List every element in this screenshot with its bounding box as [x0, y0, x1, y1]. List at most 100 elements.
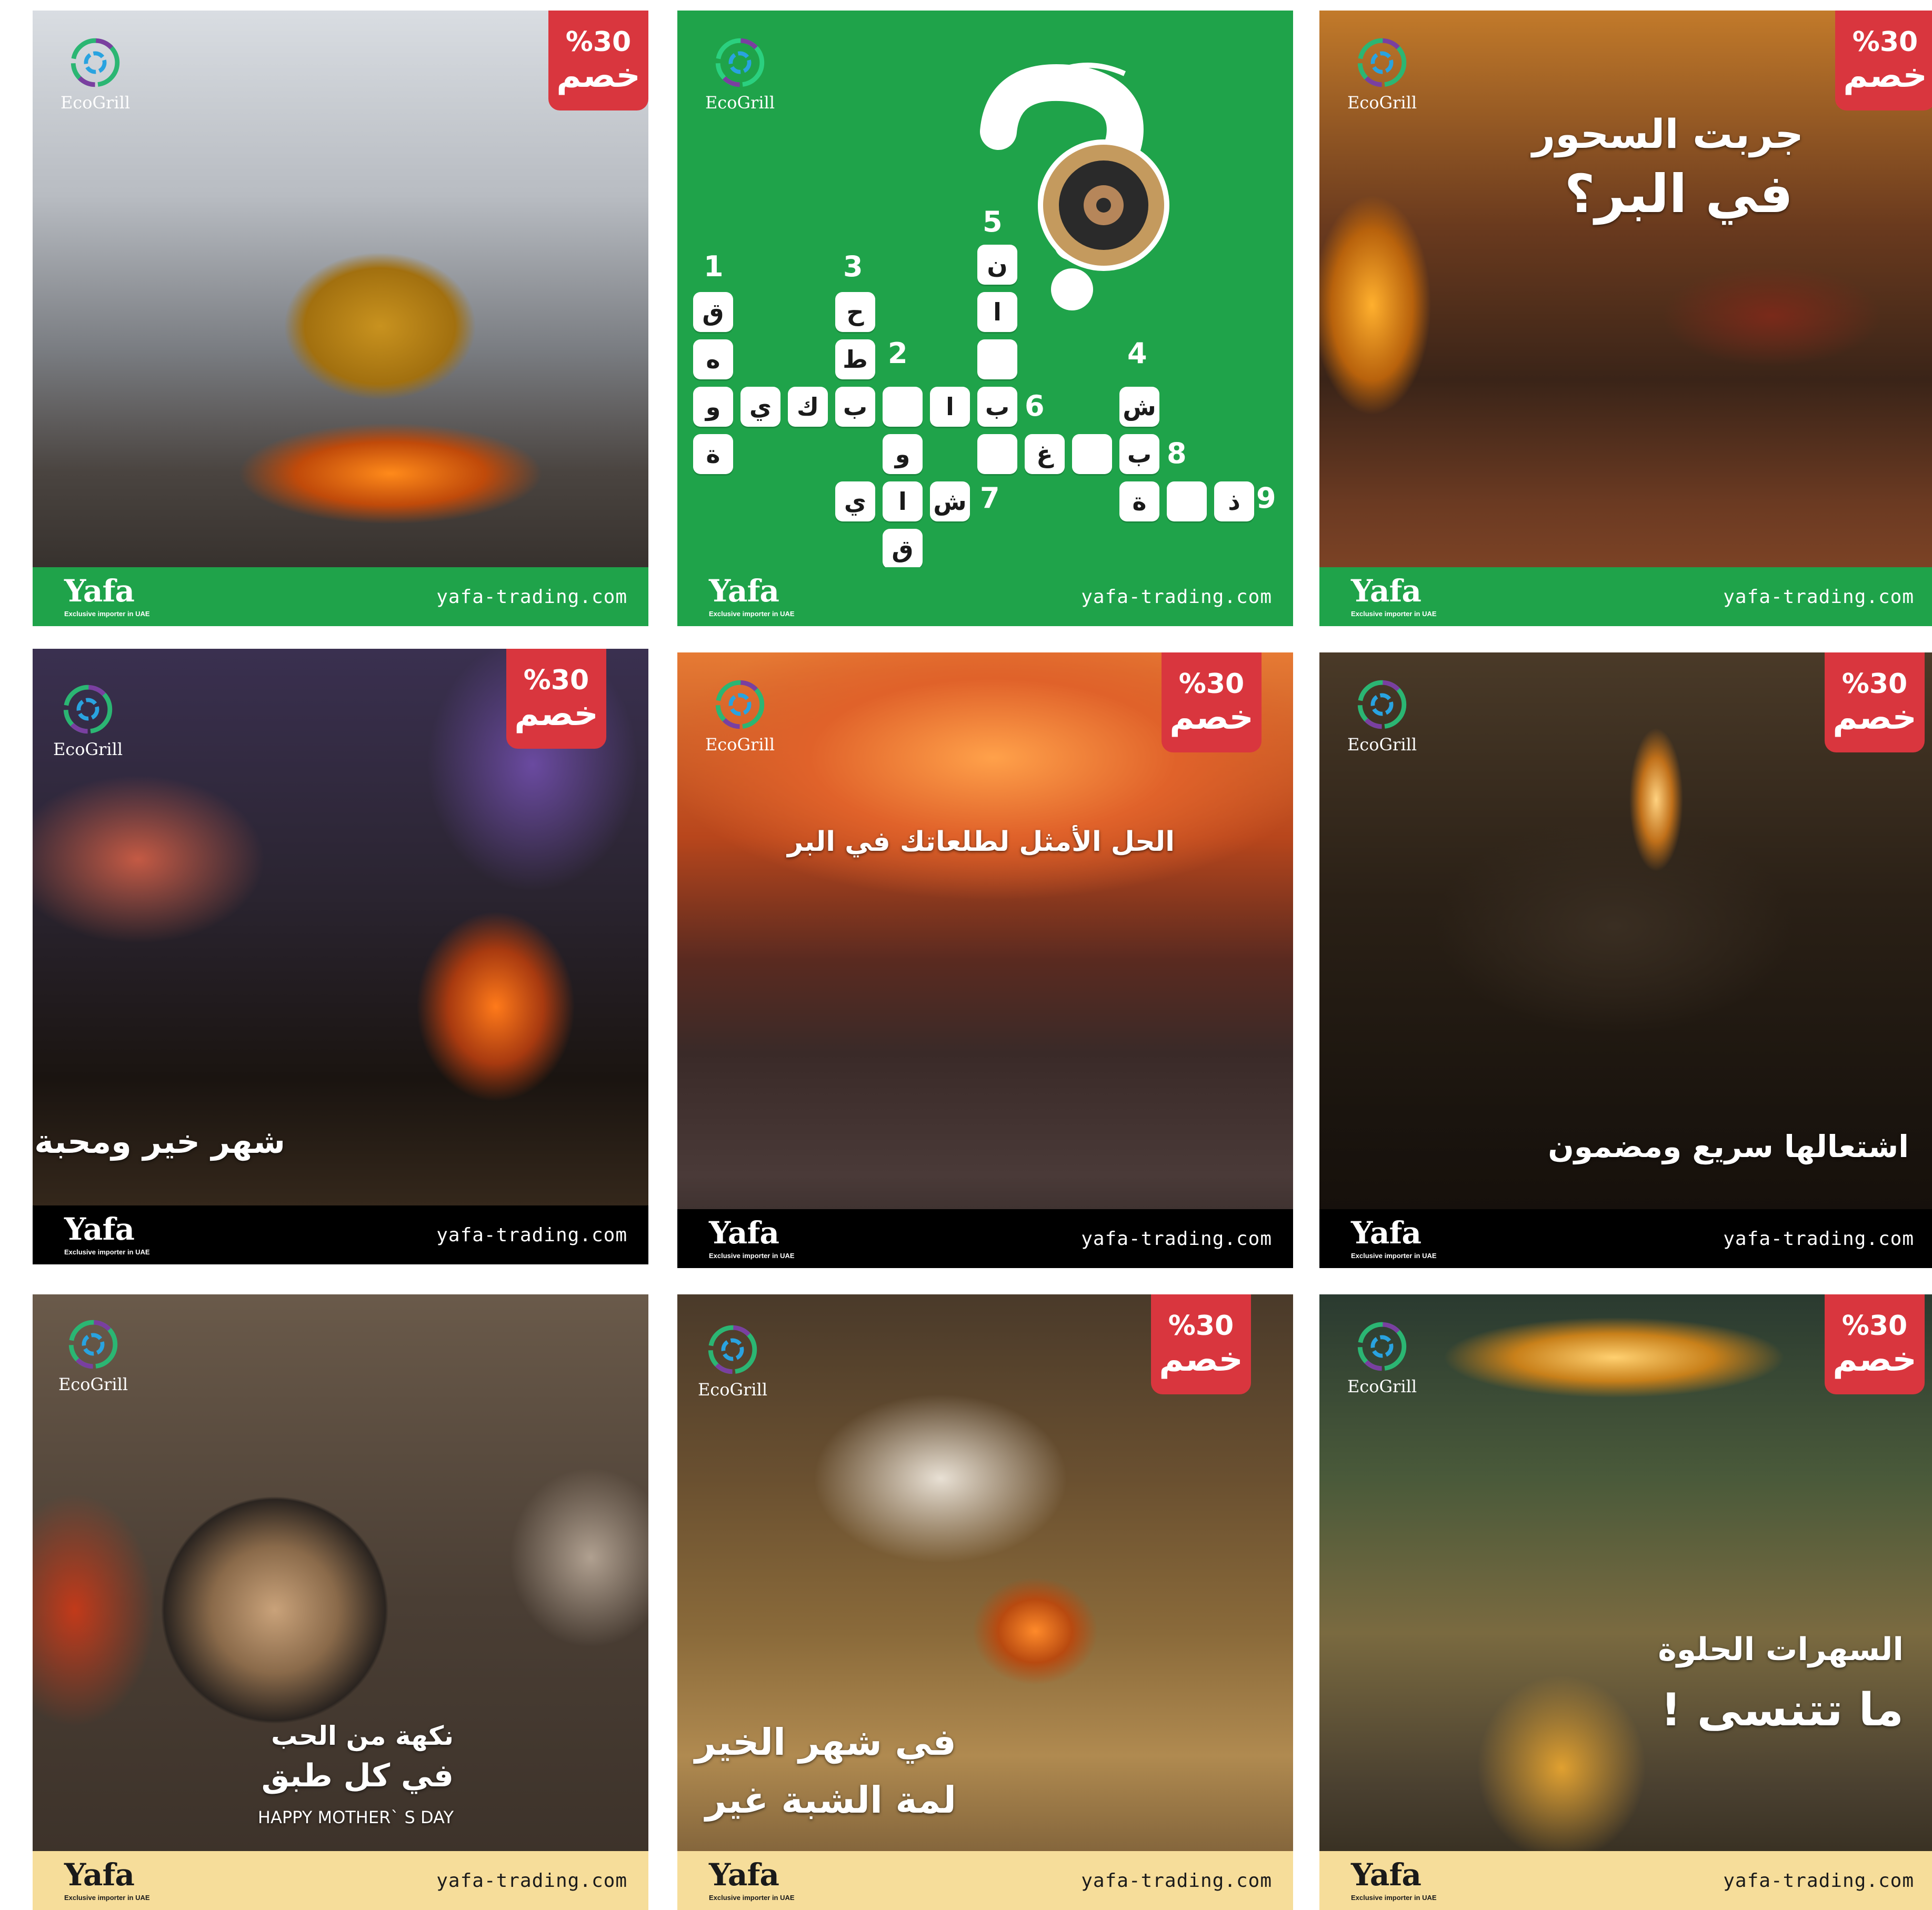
ecogrill-logo: EcoGrill [1343, 1318, 1422, 1396]
website-link[interactable]: yafa-trading.com [436, 1870, 627, 1892]
ecogrill-ring-icon [708, 1325, 757, 1374]
ecogrill-label: EcoGrill [60, 93, 131, 113]
yafa-logo: Yafa Exclusive importer in UAE [1351, 1856, 1437, 1902]
ecogrill-ring-icon [1357, 1322, 1407, 1371]
website-link[interactable]: yafa-trading.com [1723, 1870, 1914, 1892]
yafa-logo: Yafa Exclusive importer in UAE [64, 572, 150, 618]
crossword-cell[interactable]: ق [693, 292, 733, 332]
crossword-cell[interactable]: ب [1119, 434, 1159, 474]
discount-badge: %30 خصم [1151, 1294, 1251, 1394]
ecogrill-ring-icon [1357, 680, 1407, 729]
yafa-logo: Yafa Exclusive importer in UAE [1351, 572, 1437, 618]
discount-word: خصم [556, 56, 640, 95]
tile-mothers-day[interactable]: EcoGrill نكهة من الحب في كل طبق HAPPY MO… [33, 1294, 648, 1910]
crossword-cell[interactable]: ة [1119, 481, 1159, 521]
crossword-cell[interactable]: ي [740, 387, 780, 427]
crossword-cell[interactable]: ط [835, 339, 875, 379]
yafa-logo: Yafa Exclusive importer in UAE [709, 572, 795, 618]
clue-number: 9 [1256, 481, 1276, 515]
headline-line-1: نكهة من الحب [271, 1721, 454, 1751]
crossword-cell[interactable] [1167, 481, 1207, 521]
crossword-cell[interactable] [977, 339, 1017, 379]
crossword-cell[interactable]: ا [883, 481, 923, 521]
discount-badge: %30 خصم [1825, 652, 1925, 752]
website-link[interactable]: yafa-trading.com [1723, 1228, 1914, 1250]
crossword-cell[interactable]: ي [835, 481, 875, 521]
crossword-cell[interactable] [1072, 434, 1112, 474]
crossword-cell[interactable]: ا [930, 387, 970, 427]
discount-badge: %30 خصم [506, 649, 606, 749]
headline-line-2: لمة الشبة غير [705, 1778, 956, 1822]
headline-line-2: في البر؟ [1564, 163, 1793, 225]
crossword-cell[interactable]: ك [788, 387, 828, 427]
crossword-cell[interactable]: ح [835, 292, 875, 332]
footer: Yafa Exclusive importer in UAE yafa-trad… [33, 1205, 648, 1264]
tile-desert-sunset[interactable]: EcoGrill %30 خصم الحل الأمثل لطلعاتك في … [677, 652, 1293, 1268]
crossword-cell[interactable]: ه [693, 339, 733, 379]
clue-number: 2 [888, 337, 908, 370]
tile-suhoor[interactable]: EcoGrill %30 خصم جربت السحور في البر؟ Ya… [1319, 11, 1932, 626]
crossword-cell[interactable]: و [693, 387, 733, 427]
crossword-cell[interactable]: ا [977, 292, 1017, 332]
ecogrill-logo: EcoGrill [693, 1321, 772, 1400]
footer: Yafa Exclusive importer in UAE yafa-trad… [33, 567, 648, 626]
headline-line-2: في كل طبق [261, 1757, 454, 1794]
website-link[interactable]: yafa-trading.com [436, 1224, 627, 1246]
discount-percent: %30 [565, 26, 632, 58]
website-link[interactable]: yafa-trading.com [1081, 586, 1272, 608]
footer: Yafa Exclusive importer in UAE yafa-trad… [677, 1209, 1293, 1268]
website-link[interactable]: yafa-trading.com [1081, 1228, 1272, 1250]
crossword-cell[interactable]: ش [930, 481, 970, 521]
headline-line-1: في شهر الخير [695, 1721, 956, 1764]
tile-marshmallow[interactable]: EcoGrill %30 خصم شهر خير ومحبة Yafa Excl… [33, 649, 648, 1264]
tile-evening-gazebo[interactable]: EcoGrill %30 خصم السهرات الحلوة ما تتنسى… [1319, 1294, 1932, 1910]
website-link[interactable]: yafa-trading.com [1723, 586, 1914, 608]
crossword-cell[interactable] [883, 387, 923, 427]
ecogrill-ring-icon [1357, 38, 1407, 87]
ecogrill-logo: EcoGrill [56, 34, 135, 113]
crossword-cell[interactable]: ب [835, 387, 875, 427]
ecogrill-logo: EcoGrill [700, 34, 779, 113]
tile-crossword[interactable]: EcoGrill 1 2 3 4 5 6 7 8 9 ق ه و ة ي ك ب… [677, 11, 1293, 626]
headline-line-1: جربت السحور [1532, 110, 1804, 157]
footer: Yafa Exclusive importer in UAE yafa-trad… [33, 1851, 648, 1910]
footer: Yafa Exclusive importer in UAE yafa-trad… [677, 567, 1293, 626]
crossword-cell[interactable]: ب [977, 387, 1017, 427]
crossword-cell[interactable]: ق [883, 529, 923, 569]
discount-badge: %30 خصم [1835, 11, 1932, 110]
website-link[interactable]: yafa-trading.com [1081, 1870, 1272, 1892]
crossword-cell[interactable]: ن [977, 245, 1017, 285]
ecogrill-logo: EcoGrill [1343, 676, 1422, 755]
clue-number: 6 [1025, 389, 1045, 423]
yafa-logo: Yafa Exclusive importer in UAE [709, 1214, 795, 1260]
tile-fire-pit[interactable]: EcoGrill %30 خصم اشتعالها سريع ومضمون Ya… [1319, 652, 1932, 1268]
crossword-cell[interactable]: ة [693, 434, 733, 474]
ecogrill-ring-icon [68, 1320, 118, 1369]
website-link[interactable]: yafa-trading.com [436, 586, 627, 608]
footer: Yafa Exclusive importer in UAE yafa-trad… [1319, 1209, 1932, 1268]
headline-line-2: ما تتنسى ! [1660, 1684, 1904, 1736]
headline-line-1: السهرات الحلوة [1658, 1631, 1904, 1668]
yafa-logo: Yafa Exclusive importer in UAE [64, 1211, 150, 1256]
tile-kettle[interactable]: EcoGrill %30 خصم Yafa Exclusive importer… [33, 11, 648, 626]
question-grill-icon [980, 63, 1169, 310]
footer: Yafa Exclusive importer in UAE yafa-trad… [677, 1851, 1293, 1910]
yafa-logo: Yafa Exclusive importer in UAE [64, 1856, 150, 1902]
ecogrill-ring-icon [715, 680, 765, 729]
crossword-cell[interactable]: ذ [1214, 481, 1254, 521]
crossword-cell[interactable] [977, 434, 1017, 474]
headline-line-3: HAPPY MOTHER` S DAY [257, 1807, 454, 1827]
clue-number: 8 [1167, 437, 1187, 470]
discount-badge: %30 خصم [1825, 1294, 1925, 1394]
yafa-logo: Yafa Exclusive importer in UAE [709, 1856, 795, 1902]
crossword-cell[interactable]: غ [1025, 434, 1065, 474]
tile-desert-gathering[interactable]: EcoGrill %30 خصم في شهر الخير لمة الشبة … [677, 1294, 1293, 1910]
ecogrill-ring-icon [715, 38, 765, 87]
crossword-cell[interactable]: ش [1119, 387, 1159, 427]
caption: اشتعالها سريع ومضمون [1548, 1129, 1909, 1164]
clue-number: 7 [980, 481, 1000, 515]
discount-badge: %30 خصم [1162, 652, 1262, 752]
crossword-cell[interactable]: و [883, 434, 923, 474]
clue-number: 5 [983, 205, 1003, 238]
ecogrill-ring-icon [71, 38, 120, 87]
